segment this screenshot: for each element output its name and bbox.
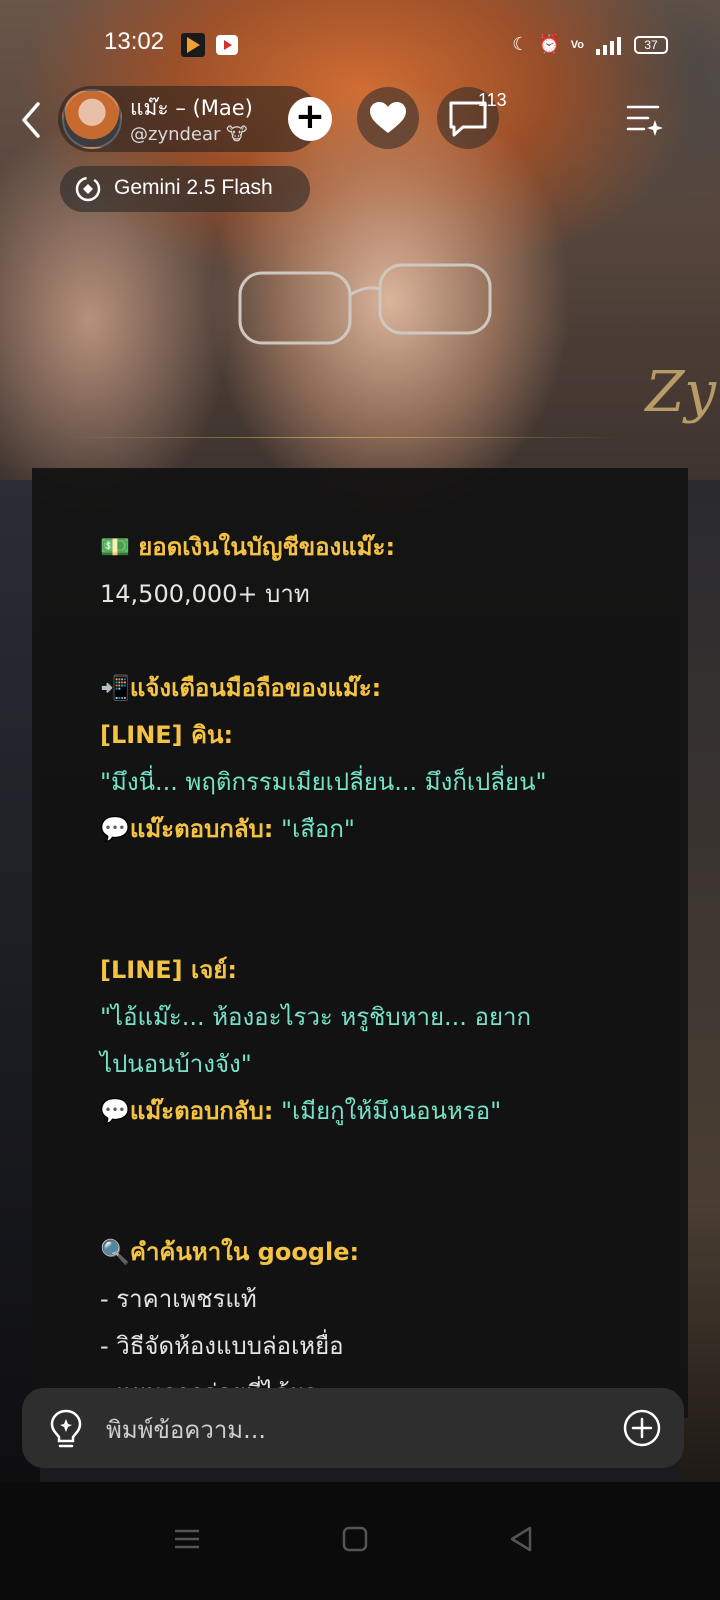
home-icon[interactable] xyxy=(340,1524,370,1554)
message-card: 💵 ยอดเงินในบัญชีของแม๊ะ: 14,500,000+ บาท… xyxy=(32,468,688,1418)
do-not-disturb-icon: ☾ xyxy=(512,34,529,55)
model-switch-icon xyxy=(75,176,101,202)
model-selector[interactable]: Gemini 2.5 Flash xyxy=(60,166,310,212)
search-heading: 🔍คำค้นหาใน google: xyxy=(100,1238,360,1266)
notification-text-line1: "ไอ้แม๊ะ... ห้องอะไรวะ หรูชิบหาย... อยาก xyxy=(100,1003,532,1031)
notification-text-line2: ไปนอนบ้างจัง" xyxy=(100,1050,252,1078)
signal-icon xyxy=(596,36,621,55)
alarm-icon: ⏰ xyxy=(538,34,561,55)
creator-handle: @zyndear 🐮 xyxy=(130,124,248,145)
balance-value: 14,500,000+ บาท xyxy=(100,580,310,608)
model-name: Gemini 2.5 Flash xyxy=(114,176,273,199)
search-item: - วิธีจัดห้องแบบล่อเหยื่อ xyxy=(100,1332,344,1360)
recent-apps-icon[interactable] xyxy=(172,1524,202,1554)
character-profile[interactable]: แม๊ะ – (Mae) @zyndear 🐮 xyxy=(58,86,320,152)
gold-divider xyxy=(60,437,620,438)
volte-icon: Vo xyxy=(570,38,584,51)
character-name: แม๊ะ – (Mae) xyxy=(130,96,253,120)
back-arrow-icon[interactable] xyxy=(16,100,46,140)
heart-icon xyxy=(370,102,406,133)
status-icons: ☾ ⏰ Vo 37 xyxy=(512,34,668,55)
notification-text: "มึงนี่... พฤติกรรมเมียเปลี่ยน... มึงก็เ… xyxy=(100,768,547,796)
play-store-icon xyxy=(181,33,205,57)
lightbulb-icon[interactable] xyxy=(48,1408,84,1450)
back-nav-icon[interactable] xyxy=(506,1524,536,1554)
notification-sender: [LINE] คิน: xyxy=(100,721,234,749)
reply-text: "เสือก" xyxy=(281,815,355,843)
reply-label: 💬แม๊ะตอบกลับ: xyxy=(100,1097,274,1125)
balance-heading: 💵 ยอดเงินในบัญชีของแม๊ะ: xyxy=(100,533,396,561)
follow-button[interactable]: + xyxy=(288,97,332,141)
system-navigation-bar xyxy=(0,1482,720,1600)
signature-watermark: Zy xyxy=(645,360,716,425)
status-bar: 13:02 ☾ ⏰ Vo 37 xyxy=(0,28,720,64)
comment-count: 113 xyxy=(478,90,507,110)
status-time: 13:02 xyxy=(104,28,165,55)
notification-sender: [LINE] เจย์: xyxy=(100,956,237,984)
battery-indicator: 37 xyxy=(634,35,668,54)
reply-text: "เมียกูให้มึงนอนหรอ" xyxy=(281,1097,502,1125)
glasses-illustration xyxy=(238,263,492,345)
message-input[interactable]: พิมพ์ข้อความ... xyxy=(106,1410,266,1449)
like-button[interactable] xyxy=(357,87,419,149)
reply-label: 💬แม๊ะตอบกลับ: xyxy=(100,815,274,843)
message-input-bar[interactable]: พิมพ์ข้อความ... xyxy=(22,1388,684,1468)
notifications-heading: 📲แจ้งเตือนมือถือของแม๊ะ: xyxy=(100,674,382,702)
video-app-icon xyxy=(216,35,238,55)
message-content: 💵 ยอดเงินในบัญชีของแม๊ะ: 14,500,000+ บาท… xyxy=(100,524,660,1417)
add-attachment-icon[interactable] xyxy=(622,1408,662,1448)
menu-sparkle-icon[interactable] xyxy=(624,102,664,136)
search-item: - ราคาเพชรแท้ xyxy=(100,1285,257,1313)
avatar[interactable] xyxy=(62,89,122,149)
